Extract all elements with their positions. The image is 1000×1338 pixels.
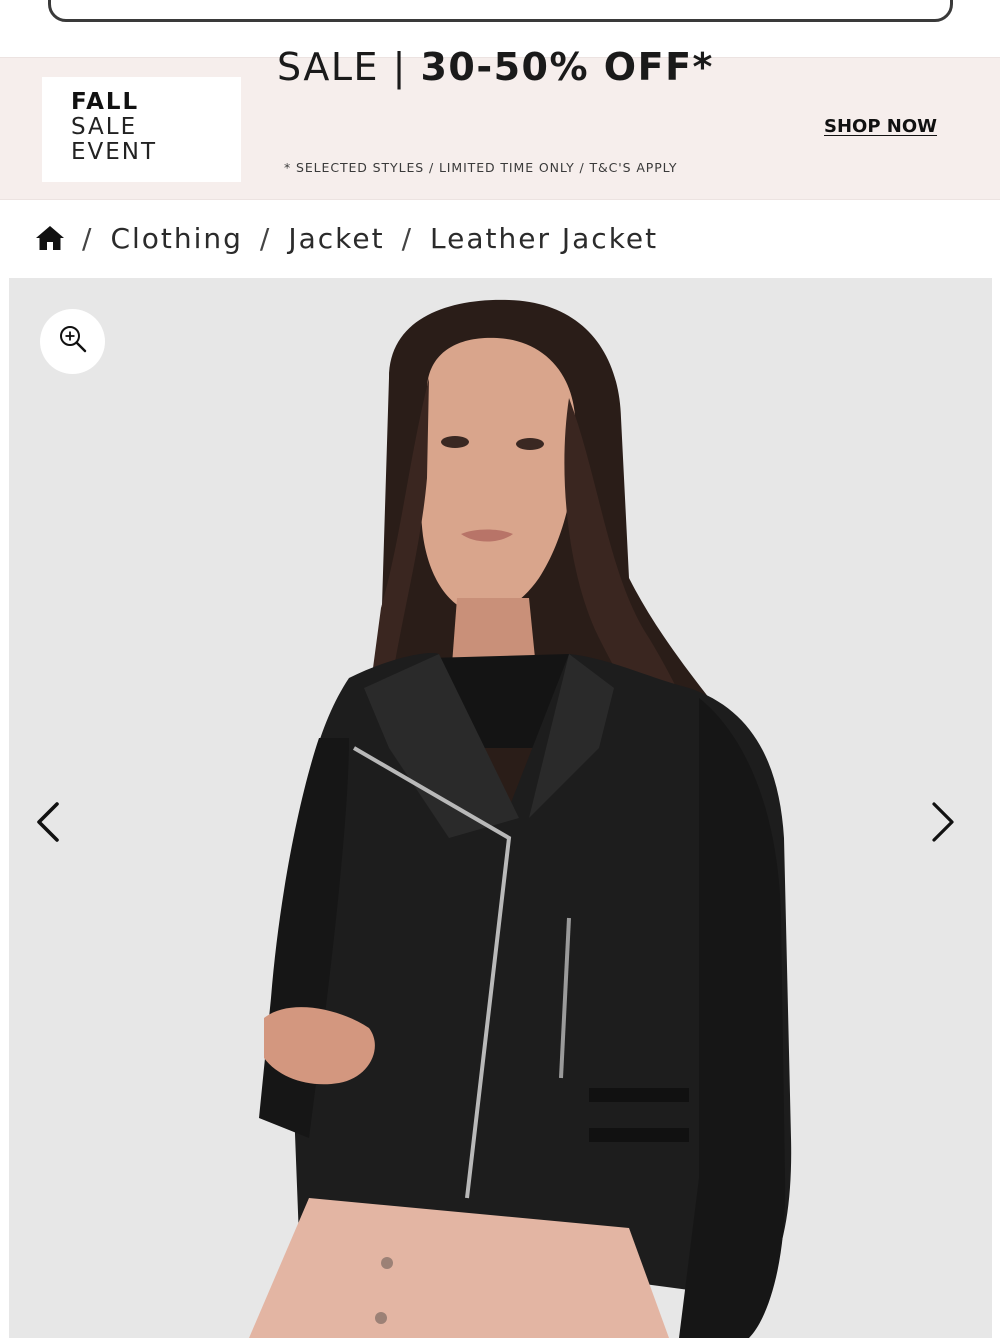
chevron-right-icon: [930, 801, 956, 848]
badge-line-3: EVENT: [71, 139, 158, 165]
breadcrumb-separator: /: [259, 221, 272, 255]
badge-line-2: SALE: [71, 114, 138, 140]
shop-now-link[interactable]: SHOP NOW: [824, 116, 937, 137]
zoom-in-icon: [58, 324, 88, 359]
breadcrumb-jacket[interactable]: Jacket: [288, 222, 384, 255]
product-image-gallery[interactable]: [9, 278, 992, 1338]
next-image-button[interactable]: [923, 798, 963, 850]
badge-line-1: FALL: [71, 89, 140, 115]
product-photo: [249, 299, 792, 1338]
promo-headline-bold: 30-50% OFF*: [420, 45, 714, 89]
breadcrumb-separator: /: [82, 221, 94, 255]
home-icon[interactable]: [35, 224, 65, 252]
promo-headline-light: SALE |: [277, 45, 421, 89]
search-box[interactable]: [48, 0, 953, 22]
fall-sale-badge: FALL SALE EVENT: [42, 77, 241, 182]
zoom-button[interactable]: [40, 309, 105, 374]
previous-image-button[interactable]: [28, 798, 68, 850]
promo-subline: * SELECTED STYLES / LIMITED TIME ONLY / …: [284, 160, 678, 175]
breadcrumb-separator: /: [401, 221, 414, 255]
breadcrumb-leather-jacket: Leather Jacket: [430, 221, 659, 255]
chevron-left-icon: [35, 801, 61, 848]
breadcrumb: / Clothing / Jacket / Leather Jacket: [35, 218, 658, 258]
breadcrumb-clothing[interactable]: Clothing: [110, 222, 242, 255]
promo-headline: SALE | 30-50% OFF*: [277, 45, 714, 89]
